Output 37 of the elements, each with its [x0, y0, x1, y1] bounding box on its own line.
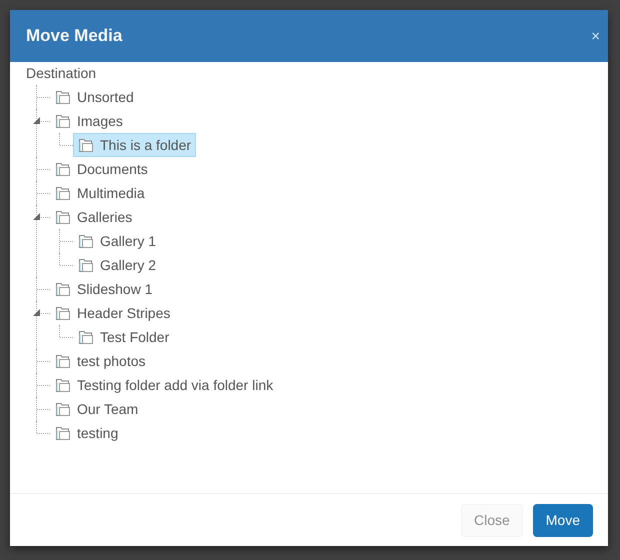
folder-icon: [78, 258, 94, 272]
folder-icon: [55, 210, 71, 224]
folder-icon: [55, 306, 71, 320]
tree-item[interactable]: This is a folder: [73, 133, 196, 157]
tree-item[interactable]: test photos: [50, 349, 150, 373]
tree-item[interactable]: Slideshow 1: [50, 277, 158, 301]
tree-item[interactable]: Our Team: [50, 397, 144, 421]
tree-item[interactable]: testing: [50, 421, 124, 445]
tree-item[interactable]: Galleries: [50, 205, 138, 229]
dialog-title: Move Media: [26, 26, 122, 46]
tree-item[interactable]: Images: [50, 109, 128, 133]
expand-toggle-icon[interactable]: [33, 117, 40, 124]
folder-icon: [78, 138, 94, 152]
folder-icon: [55, 354, 71, 368]
tree-item[interactable]: Testing folder add via folder link: [50, 373, 278, 397]
folder-icon: [55, 114, 71, 128]
close-button[interactable]: ×: [591, 28, 600, 44]
folder-icon: [55, 186, 71, 200]
tree-item[interactable]: Gallery 1: [73, 229, 162, 253]
folder-icon: [55, 162, 71, 176]
move-button[interactable]: Move: [532, 504, 593, 536]
folder-icon: [78, 330, 94, 344]
expand-toggle-icon[interactable]: [33, 309, 40, 316]
folder-icon: [78, 234, 94, 248]
tree-item[interactable]: Unsorted: [50, 85, 139, 109]
tree-item[interactable]: Header Stripes: [50, 301, 176, 325]
folder-icon: [55, 426, 71, 440]
destination-label: Destination: [26, 64, 98, 82]
tree-item[interactable]: Multimedia: [50, 181, 150, 205]
folder-icon: [55, 378, 71, 392]
tree-item[interactable]: Documents: [50, 157, 153, 181]
expand-toggle-icon[interactable]: [33, 213, 40, 220]
folder-icon: [55, 282, 71, 296]
folder-icon: [55, 90, 71, 104]
folder-icon: [55, 402, 71, 416]
tree-item[interactable]: Gallery 2: [73, 253, 162, 277]
tree-item[interactable]: Test Folder: [73, 325, 174, 349]
